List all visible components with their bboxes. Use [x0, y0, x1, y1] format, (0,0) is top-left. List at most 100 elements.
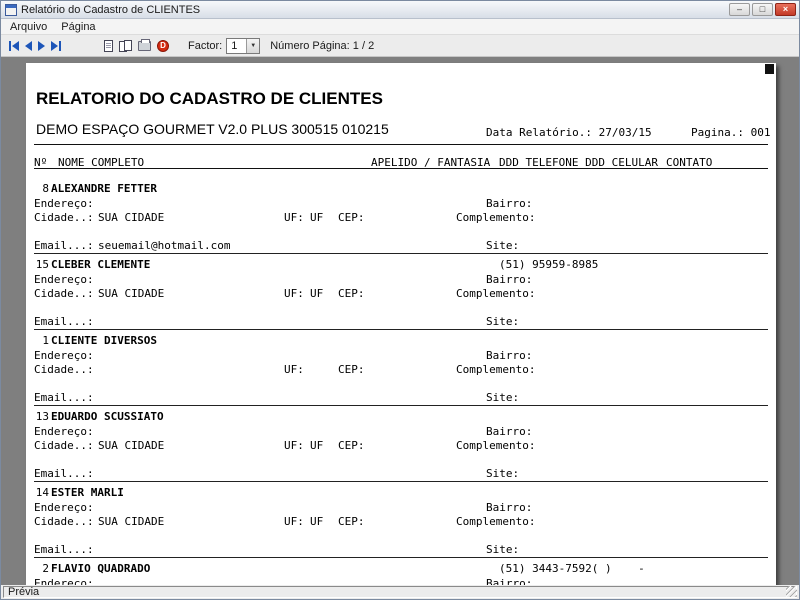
close-preview-button[interactable]: D — [155, 37, 171, 55]
record-row: 13 EDUARDO SCUSSIATO Endereço: Bairro: C… — [26, 411, 776, 487]
minimize-button[interactable]: – — [729, 3, 750, 16]
factor-label: Factor: — [188, 39, 223, 52]
report-date: Data Relatório.: 27/03/15 — [486, 126, 652, 139]
factor-select[interactable]: 1 ▼ — [226, 37, 261, 54]
label-endereco: Endereço: — [34, 425, 94, 438]
last-page-button[interactable] — [49, 37, 63, 55]
record-number: 8 — [42, 182, 49, 195]
report-title: RELATORIO DO CADASTRO DE CLIENTES — [36, 89, 383, 108]
two-pages-icon — [119, 39, 132, 52]
maximize-icon: □ — [759, 4, 766, 14]
window-controls: – □ × — [729, 3, 796, 16]
prev-page-icon — [25, 40, 32, 51]
next-page-button[interactable] — [36, 37, 47, 55]
label-cidade: Cidade..: — [34, 211, 94, 224]
app-window: Relatório do Cadastro de CLIENTES – □ × … — [0, 0, 800, 600]
prev-page-button[interactable] — [23, 37, 34, 55]
label-uf: UF: — [284, 211, 304, 224]
label-site: Site: — [486, 315, 520, 328]
record-name: CLIENTE DIVERSOS — [51, 334, 157, 347]
report-page-number: Pagina.: 001 — [691, 126, 771, 139]
page-number-info: Número Página: 1 / 2 — [270, 39, 375, 52]
label-endereco: Endereço: — [34, 197, 94, 210]
label-site: Site: — [486, 543, 520, 556]
single-page-view-button[interactable] — [102, 37, 115, 55]
record-row: 2 FLAVIO QUADRADO (51) 3443-7592( ) - En… — [26, 562, 776, 586]
first-page-button[interactable] — [7, 37, 21, 55]
label-uf: UF: — [284, 515, 304, 528]
record-name: EDUARDO SCUSSIATO — [51, 410, 164, 423]
record-separator — [34, 481, 768, 482]
label-cep: CEP: — [338, 439, 365, 452]
print-icon — [138, 38, 151, 51]
label-endereco: Endereço: — [34, 577, 94, 586]
value-uf: UF — [310, 515, 324, 528]
label-email: Email...: — [34, 315, 94, 328]
label-complemento: Complemento: — [456, 363, 536, 376]
maximize-button[interactable]: □ — [752, 3, 773, 16]
label-bairro: Bairro: — [486, 273, 533, 286]
menubar: Arquivo Página — [1, 19, 799, 35]
toolbar: D Factor: 1 ▼ Número Página: 1 / 2 — [1, 35, 799, 57]
value-cidade: SUA CIDADE — [98, 515, 165, 528]
close-button[interactable]: × — [775, 3, 796, 16]
label-complemento: Complemento: — [456, 515, 536, 528]
close-icon: × — [782, 4, 789, 14]
record-number: 13 — [35, 410, 49, 423]
label-site: Site: — [486, 467, 520, 480]
label-endereco: Endereço: — [34, 273, 94, 286]
label-complemento: Complemento: — [456, 211, 536, 224]
label-cidade: Cidade..: — [34, 287, 94, 300]
record-name: ALEXANDRE FETTER — [51, 182, 157, 195]
print-button[interactable] — [136, 37, 153, 55]
label-cep: CEP: — [338, 287, 365, 300]
label-email: Email...: — [34, 543, 94, 556]
label-complemento: Complemento: — [456, 439, 536, 452]
resize-grip[interactable] — [786, 586, 797, 597]
report-page: RELATORIO DO CADASTRO DE CLIENTES DEMO E… — [26, 63, 776, 585]
record-separator — [34, 405, 768, 406]
label-bairro: Bairro: — [486, 425, 533, 438]
label-cep: CEP: — [338, 515, 365, 528]
record-row: 15 CLEBER CLEMENTE (51) 95959-8985 Ender… — [26, 259, 776, 335]
label-email: Email...: — [34, 391, 94, 404]
record-separator — [34, 557, 768, 558]
label-cidade: Cidade..: — [34, 363, 94, 376]
record-name: FLAVIO QUADRADO — [51, 562, 151, 575]
label-bairro: Bairro: — [486, 197, 533, 210]
single-page-icon — [104, 39, 113, 52]
menu-pagina[interactable]: Página — [54, 20, 102, 34]
header-rule-top — [34, 144, 768, 145]
record-name: ESTER MARLI — [51, 486, 124, 499]
header-rule-bottom — [34, 168, 768, 169]
close-preview-icon: D — [157, 39, 169, 52]
page-corner-mark — [765, 64, 774, 74]
chevron-down-icon: ▼ — [246, 38, 260, 53]
value-uf: UF — [310, 211, 324, 224]
titlebar: Relatório do Cadastro de CLIENTES – □ × — [1, 1, 799, 19]
status-text: Prévia — [3, 586, 797, 598]
record-number: 14 — [35, 486, 49, 499]
label-uf: UF: — [284, 287, 304, 300]
record-number: 15 — [35, 258, 49, 271]
label-site: Site: — [486, 391, 520, 404]
record-row: 8 ALEXANDRE FETTER Endereço: Bairro: Cid… — [26, 183, 776, 259]
two-page-view-button[interactable] — [117, 37, 134, 55]
window-title: Relatório do Cadastro de CLIENTES — [21, 3, 201, 16]
last-page-icon — [51, 40, 58, 51]
label-cidade: Cidade..: — [34, 439, 94, 452]
app-icon — [5, 3, 17, 16]
label-cidade: Cidade..: — [34, 515, 94, 528]
value-cidade: SUA CIDADE — [98, 439, 165, 452]
label-bairro: Bairro: — [486, 577, 533, 586]
record-number: 1 — [42, 334, 49, 347]
label-endereco: Endereço: — [34, 501, 94, 514]
label-cep: CEP: — [338, 363, 365, 376]
preview-area: RELATORIO DO CADASTRO DE CLIENTES DEMO E… — [1, 57, 799, 585]
label-uf: UF: — [284, 439, 304, 452]
value-email: seuemail@hotmail.com — [98, 239, 231, 252]
record-phone: (51) 3443-7592( ) - — [499, 562, 645, 575]
record-separator — [34, 329, 768, 330]
record-phone: (51) 95959-8985 — [499, 258, 599, 271]
menu-arquivo[interactable]: Arquivo — [3, 20, 54, 34]
